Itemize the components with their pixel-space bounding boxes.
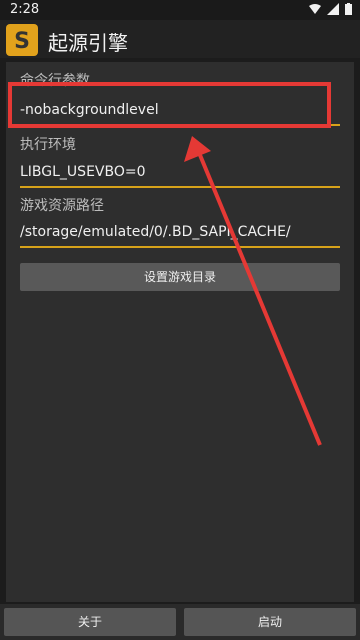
set-game-dir-button[interactable]: 设置游戏目录: [20, 263, 340, 291]
start-button[interactable]: 启动: [184, 608, 356, 636]
env-input[interactable]: LIBGL_USEVBO=0: [20, 160, 340, 188]
game-path-value: /storage/emulated/0/.BD_SAPI_CACHE/: [20, 224, 291, 240]
source-engine-logo-icon: S: [6, 24, 38, 56]
env-underline: [20, 186, 340, 188]
app-bar: S 起源引擎: [0, 20, 360, 58]
game-path-label: 游戏资源路径: [20, 198, 104, 214]
cmd-args-underline: [20, 124, 340, 126]
app-title: 起源引擎: [48, 31, 128, 55]
bottom-bar: 关于 启动: [0, 604, 360, 640]
cmd-args-label: 命令行参数: [20, 73, 90, 89]
about-button[interactable]: 关于: [4, 608, 176, 636]
cmd-args-value: -nobackgroundlevel: [20, 102, 159, 118]
env-value: LIBGL_USEVBO=0: [20, 164, 146, 180]
env-label: 执行环境: [20, 137, 76, 153]
game-path-underline: [20, 246, 340, 248]
status-bar: 2:28: [0, 0, 360, 20]
status-time: 2:28: [10, 2, 40, 17]
svg-text:S: S: [14, 29, 30, 54]
status-icons: [309, 3, 352, 15]
cmd-args-input[interactable]: -nobackgroundlevel: [20, 98, 340, 126]
wifi-icon: [309, 4, 321, 14]
signal-icon: [327, 3, 339, 15]
battery-icon: [345, 3, 352, 15]
game-path-input[interactable]: /storage/emulated/0/.BD_SAPI_CACHE/: [20, 220, 340, 248]
